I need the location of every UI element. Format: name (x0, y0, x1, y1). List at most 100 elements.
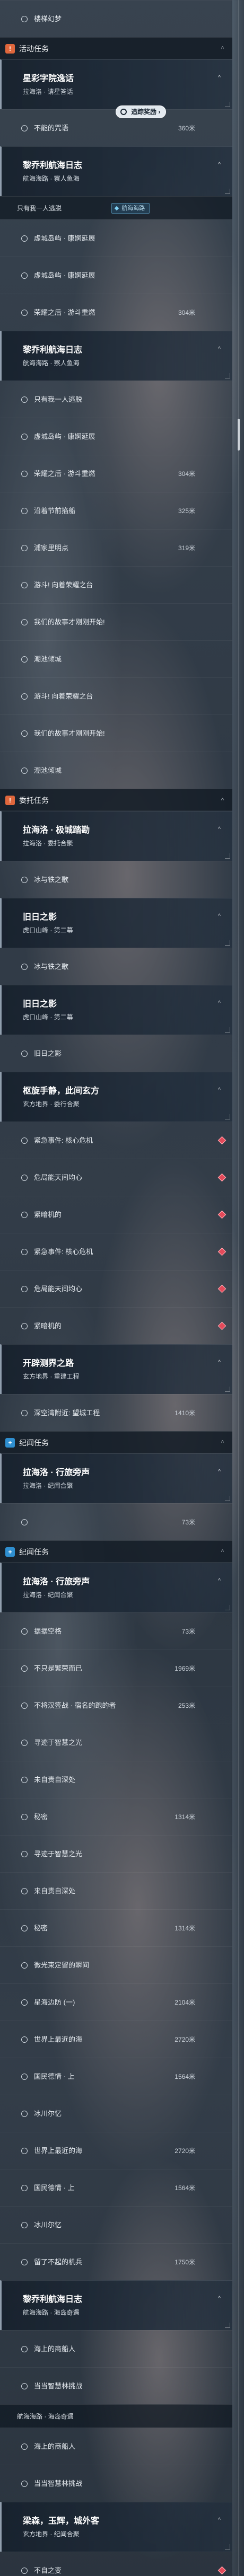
task-item[interactable]: 荣耀之后 · 游斗重燃 304米 (0, 294, 232, 331)
circle-checkbox-icon[interactable] (21, 2148, 28, 2154)
chevron-up-icon[interactable]: ^ (218, 346, 221, 352)
task-item[interactable]: 来自责自深处 (0, 1872, 232, 1909)
circle-checkbox-icon[interactable] (21, 877, 28, 883)
task-item[interactable]: 未自责自深处 (0, 1761, 232, 1798)
circle-checkbox-icon[interactable] (21, 693, 28, 700)
task-item[interactable]: 游斗! 向着荣耀之台 (0, 677, 232, 714)
circle-checkbox-icon[interactable] (21, 619, 28, 625)
task-item[interactable]: 虚城岛屿 · 康婀延展 (0, 219, 232, 257)
circle-checkbox-icon[interactable] (21, 1212, 28, 1218)
circle-checkbox-icon[interactable] (21, 1249, 28, 1255)
circle-checkbox-icon[interactable] (21, 2036, 28, 2043)
circle-checkbox-icon[interactable] (21, 235, 28, 242)
task-item[interactable]: 紧暗机的 (0, 1307, 232, 1344)
circle-checkbox-icon[interactable] (21, 2383, 28, 2389)
circle-checkbox-icon[interactable] (21, 1777, 28, 1783)
task-item[interactable]: 当当智慧林挑战 (0, 2465, 232, 2502)
circle-checkbox-icon[interactable] (21, 1323, 28, 1329)
chevron-up-icon[interactable]: ^ (221, 1547, 224, 1557)
quest-card[interactable]: 黎乔利航海日志 航海海路 · 察人鱼海 ^ (0, 331, 232, 381)
task-item[interactable]: 世界上最近的海 2720米 (0, 2021, 232, 2058)
task-item[interactable]: 不将汉签战 · 宿名的跑的者 253米 (0, 1687, 232, 1724)
task-item[interactable]: 冰与铁之歌 (0, 861, 232, 898)
task-item[interactable]: 虚城岛屿 · 康婀延展 (0, 418, 232, 455)
task-item[interactable]: 潮池倾城 (0, 640, 232, 677)
chevron-up-icon[interactable]: ^ (218, 1469, 221, 1475)
task-item[interactable]: 紧急事件: 核心危机 (0, 1122, 232, 1159)
task-item[interactable]: 微光束定留的瞬间 (0, 1946, 232, 1983)
task-item[interactable]: 当当智慧林挑战 (0, 2367, 232, 2404)
task-item[interactable]: 深空湾附近: 望城工程 1410米 (0, 1394, 232, 1431)
chevron-up-icon[interactable]: ^ (221, 1438, 224, 1448)
circle-checkbox-icon[interactable] (21, 1925, 28, 1931)
task-item[interactable]: 危局能天间均心 (0, 1270, 232, 1307)
task-item[interactable]: 留了不起的机兵 1750米 (0, 2243, 232, 2280)
circle-checkbox-icon[interactable] (21, 1962, 28, 1969)
task-item[interactable]: 世界上最近的海 2720米 (0, 2132, 232, 2169)
circle-checkbox-icon[interactable] (21, 1999, 28, 2006)
circle-checkbox-icon[interactable] (21, 1702, 28, 1709)
task-item[interactable]: 沿着节前掐船 325米 (0, 492, 232, 529)
circle-checkbox-icon[interactable] (21, 434, 28, 440)
circle-checkbox-icon[interactable] (21, 1851, 28, 1857)
quest-card[interactable]: 黎乔利航海日志 航海海路 · 察人鱼海 ^ (0, 146, 232, 196)
quest-card[interactable]: 开辟测界之路 玄方地界 · 重建工程 ^ (0, 1344, 232, 1394)
task-item[interactable]: 寻迹于智慧之光 (0, 1835, 232, 1872)
chevron-up-icon[interactable]: ^ (218, 162, 221, 167)
circle-checkbox-icon[interactable] (21, 1519, 28, 1525)
chevron-up-icon[interactable]: ^ (218, 826, 221, 832)
circle-checkbox-icon[interactable] (21, 1814, 28, 1820)
circle-checkbox-icon[interactable] (21, 1888, 28, 1894)
circle-checkbox-icon[interactable] (21, 2074, 28, 2080)
task-item[interactable]: 73米 (0, 1503, 232, 1540)
chevron-up-icon[interactable]: ^ (221, 796, 224, 805)
task-item[interactable]: 秘密 1314米 (0, 1909, 232, 1946)
circle-checkbox-icon[interactable] (21, 2259, 28, 2265)
circle-checkbox-icon[interactable] (21, 545, 28, 551)
circle-checkbox-icon[interactable] (21, 767, 28, 774)
scrollbar[interactable] (238, 0, 240, 2576)
quest-card[interactable]: 拉海洛 · 行旅旁声 拉海洛 · 纪闻合聚 ^ (0, 1453, 232, 1503)
task-item[interactable]: 冰川尔忆 (0, 2095, 232, 2132)
quest-card[interactable]: 旧日之影 虎口山峰 · 第二幕 ^ (0, 985, 232, 1035)
quest-card[interactable]: 拉海洛 · 行旅旁声 拉海洛 · 纪闻合聚 ^ (0, 1563, 232, 1612)
task-item[interactable]: 海上的商船人 (0, 2428, 232, 2465)
chevron-up-icon[interactable]: ^ (218, 1087, 221, 1093)
task-item[interactable]: 星海边防 (一) 2104米 (0, 1983, 232, 2021)
circle-checkbox-icon[interactable] (21, 730, 28, 737)
circle-checkbox-icon[interactable] (21, 2111, 28, 2117)
task-item[interactable]: 不只是繁荣而已 1969米 (0, 1649, 232, 1687)
circle-checkbox-icon[interactable] (21, 1628, 28, 1635)
task-item[interactable]: 海上的商船人 (0, 2330, 232, 2367)
task-item[interactable]: 我们的故事才刚刚开始! (0, 714, 232, 752)
circle-checkbox-icon[interactable] (21, 1665, 28, 1672)
task-item[interactable]: 冰与铁之歌 (0, 948, 232, 985)
circle-checkbox-icon[interactable] (21, 2443, 28, 2450)
task-item[interactable]: 浦家里明点 319米 (0, 529, 232, 566)
circle-checkbox-icon[interactable] (21, 2568, 28, 2574)
task-item[interactable]: 据据空格 73米 (0, 1612, 232, 1649)
circle-checkbox-icon[interactable] (21, 1740, 28, 1746)
chevron-up-icon[interactable]: ^ (218, 1360, 221, 1365)
task-item[interactable]: 只有我一人逃脱 (0, 381, 232, 418)
circle-checkbox-icon[interactable] (21, 16, 28, 22)
circle-checkbox-icon[interactable] (21, 2481, 28, 2487)
chevron-up-icon[interactable]: ^ (218, 913, 221, 919)
section-header[interactable]: ! 活动任务 ^ (0, 37, 232, 59)
circle-checkbox-icon[interactable] (21, 471, 28, 477)
quest-card[interactable]: 旧日之影 虎口山峰 · 第二幕 ^ (0, 898, 232, 948)
chevron-up-icon[interactable]: ^ (221, 44, 224, 54)
circle-checkbox-icon[interactable] (21, 1051, 28, 1057)
chevron-up-icon[interactable]: ^ (218, 75, 221, 81)
task-item[interactable]: 国民德情 · 上 1564米 (0, 2058, 232, 2095)
circle-checkbox-icon[interactable] (21, 508, 28, 514)
quest-card[interactable]: 梁森，玉辉，城外客 玄方地界 · 纪闻合聚 ^ (0, 2502, 232, 2552)
task-item[interactable]: 荣耀之后 · 游斗重燃 304米 (0, 455, 232, 492)
quest-card[interactable]: 星彩字院逸话 拉海洛 · 请星答话 ^ (0, 59, 232, 109)
task-item[interactable]: 秘密 1314米 (0, 1798, 232, 1835)
circle-checkbox-icon[interactable] (21, 1175, 28, 1181)
task-item[interactable]: 寻迹于智慧之光 (0, 1724, 232, 1761)
circle-checkbox-icon[interactable] (21, 2346, 28, 2352)
circle-checkbox-icon[interactable] (21, 1286, 28, 1292)
chevron-up-icon[interactable]: ^ (218, 2296, 221, 2301)
